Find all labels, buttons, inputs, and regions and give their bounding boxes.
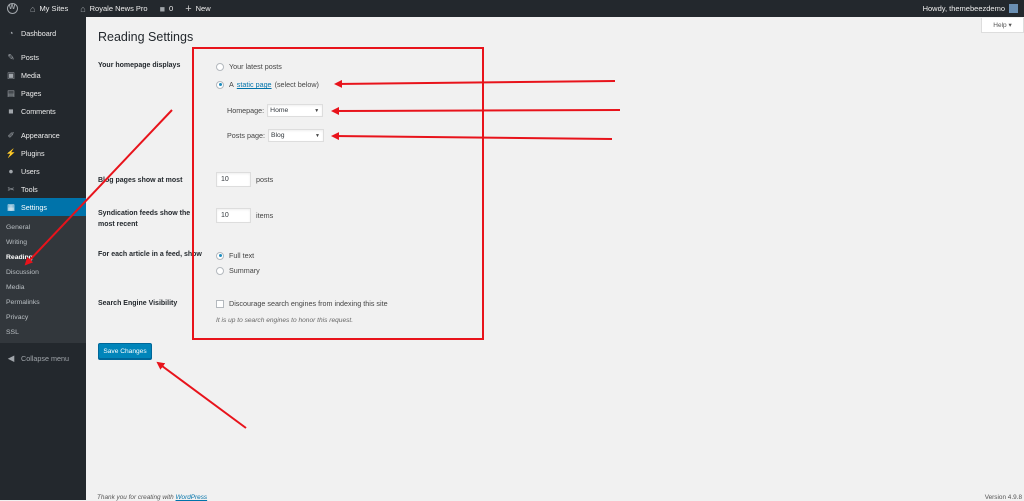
annotation-arrows (24, 79, 621, 429)
arrow-homepage-select (331, 106, 621, 115)
arrow-reading-menu (24, 109, 173, 266)
arrow-posts-page-select (331, 132, 613, 141)
arrow-save-button (156, 361, 247, 429)
arrow-static-page (334, 79, 616, 88)
